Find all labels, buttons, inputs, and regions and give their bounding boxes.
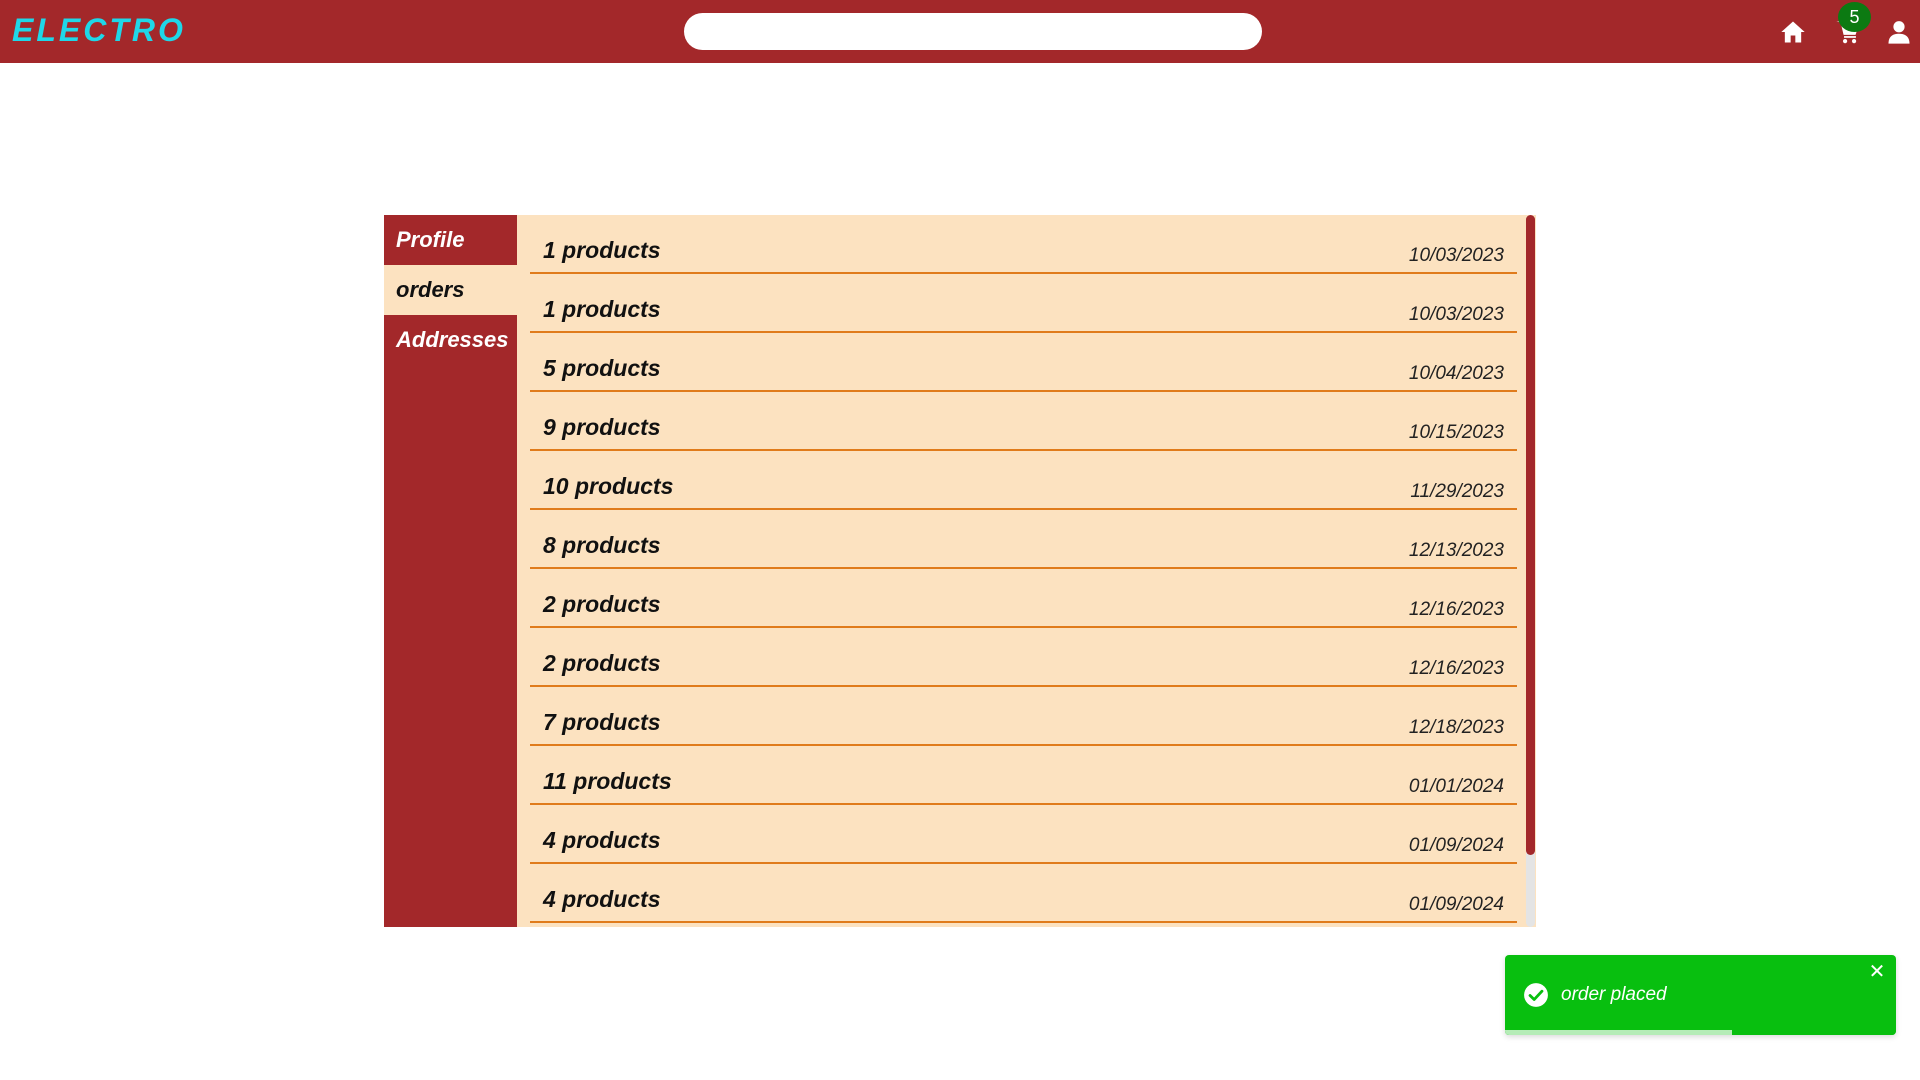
order-row[interactable]: 11 products 01/01/2024 [530,746,1517,805]
order-row[interactable]: 8 products 12/13/2023 [530,510,1517,569]
scrollbar-thumb[interactable] [1526,215,1535,855]
order-row[interactable]: 10 products 11/29/2023 [530,451,1517,510]
order-product-count: 9 products [543,414,661,440]
order-product-count: 4 products [543,827,661,853]
order-date: 12/18/2023 [1408,717,1504,738]
order-date: 10/03/2023 [1408,245,1504,266]
top-navbar: ELECTRO 5 [0,0,1920,63]
order-row[interactable]: 2 products 12/16/2023 [530,569,1517,628]
order-row[interactable]: 4 products 01/09/2024 [530,864,1517,923]
home-icon[interactable] [1779,18,1807,46]
check-circle-icon [1523,982,1549,1008]
toast-progress-bar [1505,1030,1732,1035]
order-row[interactable]: 5 products 10/04/2023 [530,333,1517,392]
order-date: 01/01/2024 [1408,776,1504,797]
site-logo[interactable]: ELECTRO [12,12,186,49]
toast-notification: order placed ✕ [1505,955,1896,1035]
order-product-count: 1 products [543,296,661,322]
order-date: 12/13/2023 [1408,540,1504,561]
search-input[interactable] [684,13,1262,50]
order-date: 10/15/2023 [1408,422,1504,443]
order-product-count: 2 products [543,650,661,676]
close-icon[interactable]: ✕ [1868,962,1886,982]
order-date: 12/16/2023 [1408,599,1504,620]
order-product-count: 5 products [543,355,661,381]
user-icon[interactable] [1885,18,1913,46]
order-date: 01/09/2024 [1408,894,1504,915]
order-product-count: 10 products [543,473,674,499]
toast-message: order placed [1561,984,1667,1005]
order-date: 01/09/2024 [1408,835,1504,856]
toast-progress-track [1505,1030,1896,1035]
order-row[interactable]: 1 products 10/03/2023 [530,215,1517,274]
orders-scrollbar[interactable] [1526,215,1535,927]
order-date: 10/03/2023 [1408,304,1504,325]
order-row[interactable]: 9 products 10/15/2023 [530,392,1517,451]
orders-list: 1 products 10/03/2023 1 products 10/03/2… [530,215,1517,927]
account-panel: Profile orders Addresses 1 products 10/0… [384,215,1536,927]
order-row[interactable]: 7 products 12/18/2023 [530,687,1517,746]
sidebar-item-orders[interactable]: orders [384,265,517,315]
order-product-count: 1 products [543,237,661,263]
cart-count-badge: 5 [1838,2,1871,32]
order-product-count: 2 products [543,591,661,617]
order-product-count: 11 products [543,768,672,794]
order-date: 11/29/2023 [1410,481,1504,502]
sidebar-item-profile[interactable]: Profile [384,215,517,265]
order-product-count: 4 products [543,886,661,912]
order-product-count: 8 products [543,532,661,558]
account-sidebar: Profile orders Addresses [384,215,517,927]
order-product-count: 7 products [543,709,661,735]
order-row[interactable]: 4 products 01/09/2024 [530,805,1517,864]
order-row[interactable]: 2 products 12/16/2023 [530,628,1517,687]
sidebar-item-addresses[interactable]: Addresses [384,315,517,365]
order-row[interactable]: 1 products 10/03/2023 [530,274,1517,333]
order-date: 10/04/2023 [1408,363,1504,384]
order-date: 12/16/2023 [1408,658,1504,679]
